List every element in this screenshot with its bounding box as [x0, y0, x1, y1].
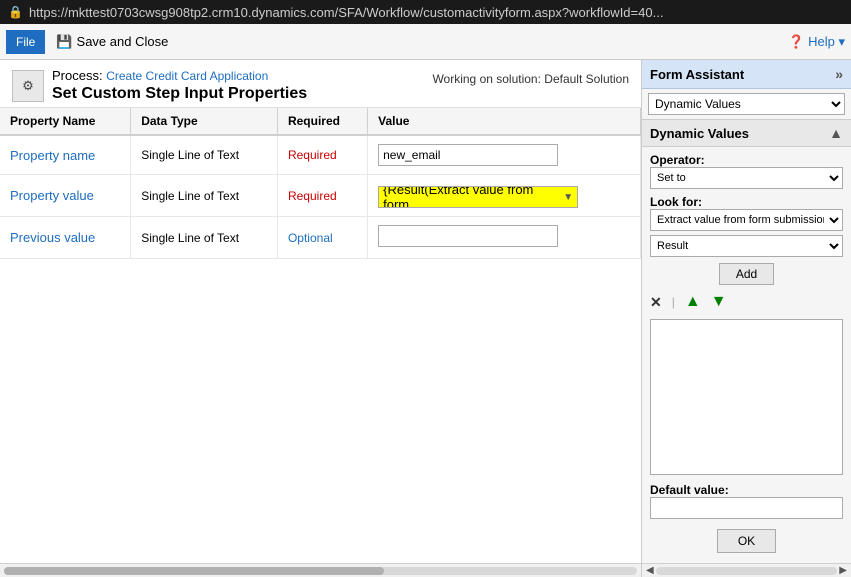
process-breadcrumb: Process: Create Credit Card Application — [52, 68, 307, 83]
delete-icon[interactable]: ✕ — [650, 294, 662, 311]
data-type-cell-3: Single Line of Text — [131, 217, 278, 259]
add-button[interactable]: Add — [719, 263, 774, 285]
help-icon: ❓ — [788, 34, 804, 50]
process-prefix: Process: — [52, 68, 106, 83]
form-assistant-panel: Form Assistant » Dynamic Values Dynamic … — [641, 60, 851, 577]
dv-content: Operator: Set to Look for: Extract value… — [642, 147, 851, 563]
header-left: ⚙ Process: Create Credit Card Applicatio… — [12, 68, 307, 103]
value-cell-3 — [368, 217, 641, 259]
icon-row: ✕ | ▲ ▼ — [650, 291, 843, 313]
gear-icon: ⚙ — [12, 70, 44, 102]
form-assistant-header: Form Assistant » — [642, 60, 851, 89]
required-cell: Required — [277, 135, 367, 175]
scroll-thumb[interactable] — [4, 567, 384, 575]
content-area: ⚙ Process: Create Credit Card Applicatio… — [0, 60, 851, 577]
dynamic-value-btn[interactable]: {Result(Extract value from form ▼ — [378, 186, 578, 208]
title-bar: 🔒 https://mkttest0703cwsg908tp2.crm10.dy… — [0, 0, 851, 24]
toolbar: File 💾 Save and Close ❓ Help ▾ — [0, 24, 851, 60]
working-on-label: Working on solution: Default Solution — [432, 72, 629, 86]
data-type-cell-2: Single Line of Text — [131, 175, 278, 217]
table-row: Previous value Single Line of Text Optio… — [0, 217, 641, 259]
lock-icon: 🔒 — [8, 5, 23, 19]
data-type-cell: Single Line of Text — [131, 135, 278, 175]
operator-section: Operator: Set to — [650, 153, 843, 189]
look-for-section: Look for: Extract value from form submis… — [650, 195, 843, 257]
save-close-button[interactable]: 💾 Save and Close — [49, 31, 175, 53]
dv-title: Dynamic Values — [650, 126, 749, 141]
col-property-name: Property Name — [0, 108, 131, 135]
dynamic-values-textarea[interactable] — [650, 319, 843, 475]
save-close-label: Save and Close — [77, 34, 169, 49]
value-cell — [368, 135, 641, 175]
value-input-1[interactable] — [378, 144, 558, 166]
table-row: Property value Single Line of Text Requi… — [0, 175, 641, 217]
ok-button[interactable]: OK — [717, 529, 776, 553]
help-label[interactable]: Help ▾ — [808, 34, 845, 50]
look-for-label: Look for: — [650, 195, 843, 209]
main-panel: ⚙ Process: Create Credit Card Applicatio… — [0, 60, 641, 577]
form-assistant-title: Form Assistant — [650, 67, 744, 82]
operator-dropdown[interactable]: Set to — [650, 167, 843, 189]
operator-label: Operator: — [650, 153, 843, 167]
header-text: Process: Create Credit Card Application … — [52, 68, 307, 103]
fa-main-dropdown[interactable]: Dynamic Values — [648, 93, 845, 115]
result-dropdown[interactable]: Result — [650, 235, 843, 257]
col-value: Value — [368, 108, 641, 135]
move-down-icon[interactable]: ▼ — [711, 293, 727, 311]
header: ⚙ Process: Create Credit Card Applicatio… — [0, 60, 641, 108]
form-assistant-expand-icon[interactable]: » — [835, 66, 843, 82]
prop-name-link-3[interactable]: Previous value — [10, 230, 95, 245]
page-title: Set Custom Step Input Properties — [52, 85, 307, 103]
dynamic-value-text: {Result(Extract value from form — [383, 186, 561, 208]
dv-collapse-icon[interactable]: ▲ — [829, 125, 843, 141]
horizontal-scrollbar-right[interactable]: ◀ ▶ — [642, 563, 851, 577]
prop-name-link[interactable]: Property name — [10, 148, 95, 163]
default-value-input[interactable] — [650, 497, 843, 519]
default-value-section: Default value: — [650, 481, 843, 519]
horizontal-scrollbar-main[interactable] — [0, 563, 641, 577]
properties-table: Property Name Data Type Required Value P… — [0, 108, 641, 563]
col-required: Required — [277, 108, 367, 135]
url-text: https://mkttest0703cwsg908tp2.crm10.dyna… — [29, 5, 843, 20]
dynamic-dropdown-arrow: ▼ — [563, 192, 573, 203]
move-up-icon[interactable]: ▲ — [685, 293, 701, 311]
optional-cell: Optional — [277, 217, 367, 259]
look-for-dropdown[interactable]: Extract value from form submission — [650, 209, 843, 231]
col-data-type: Data Type — [131, 108, 278, 135]
scroll-track[interactable] — [4, 567, 637, 575]
save-icon: 💾 — [56, 34, 72, 50]
required-cell-2: Required — [277, 175, 367, 217]
file-button[interactable]: File — [6, 30, 45, 54]
process-link[interactable]: Create Credit Card Application — [106, 69, 268, 83]
scroll-right-track[interactable] — [656, 567, 838, 575]
prop-name-link-2[interactable]: Property value — [10, 188, 94, 203]
fa-dropdown-row: Dynamic Values — [642, 89, 851, 120]
scroll-right-arrow[interactable]: ▶ — [839, 565, 847, 576]
toolbar-right: ❓ Help ▾ — [788, 34, 845, 50]
dv-header: Dynamic Values ▲ — [642, 120, 851, 147]
dynamic-values-section: Dynamic Values ▲ Operator: Set to Look f… — [642, 120, 851, 563]
default-value-label: Default value: — [650, 483, 843, 497]
value-cell-2: {Result(Extract value from form ▼ — [368, 175, 641, 217]
table-row: Property name Single Line of Text Requir… — [0, 135, 641, 175]
value-empty[interactable] — [378, 225, 558, 247]
scroll-left-arrow[interactable]: ◀ — [646, 565, 654, 576]
